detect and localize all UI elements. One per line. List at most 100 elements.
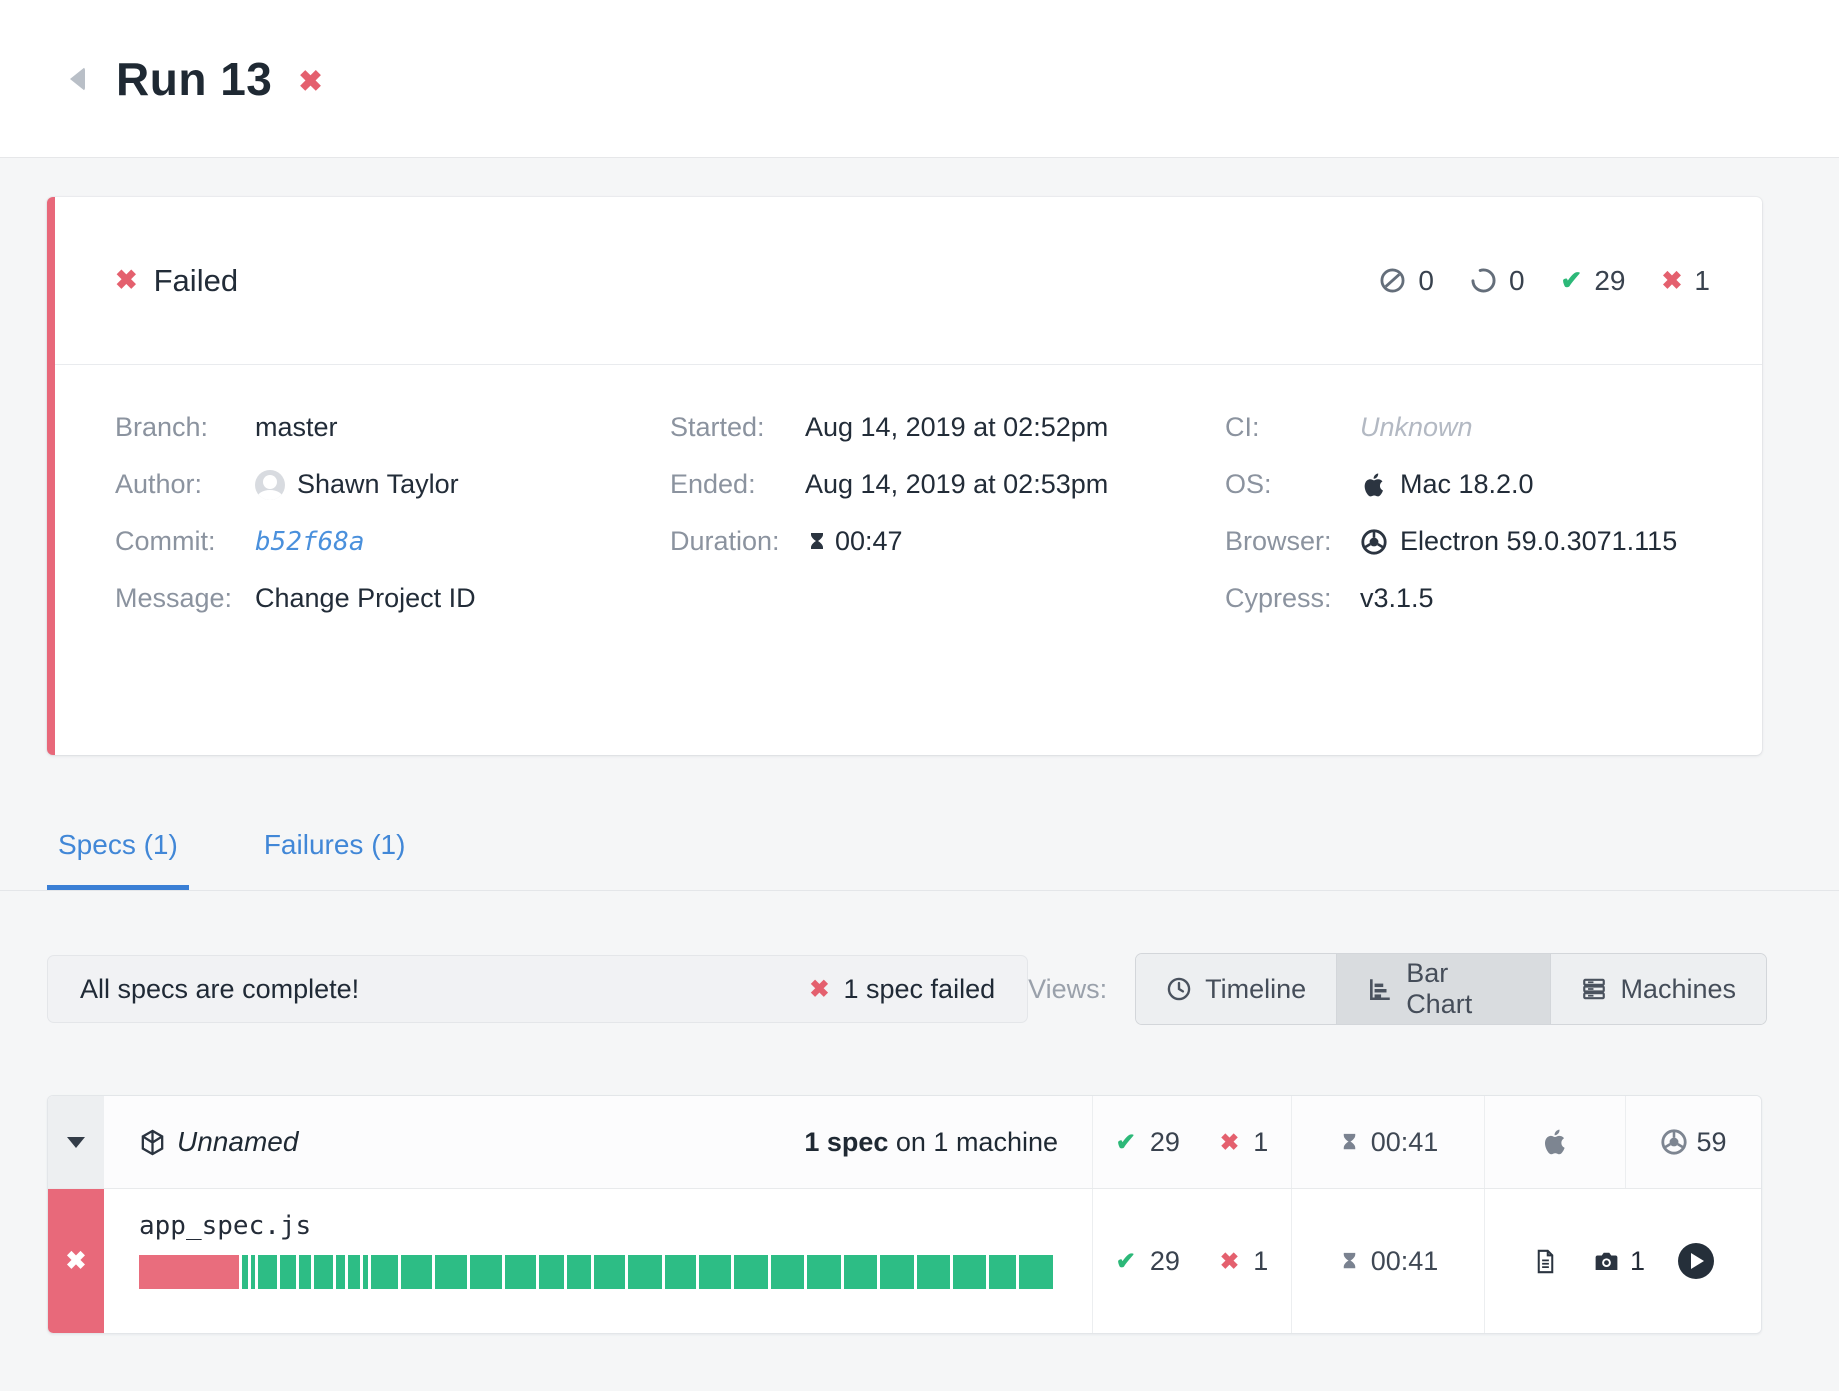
os-value: Mac 18.2.0 — [1360, 469, 1534, 500]
hourglass-icon — [1338, 1250, 1361, 1273]
spec-row[interactable]: ✖ app_spec.js ✔ 29 ✖ 1 00:41 — [48, 1189, 1761, 1333]
spec-artifacts-cell: 1 — [1484, 1189, 1761, 1333]
check-icon: ✔ — [1116, 1247, 1136, 1276]
play-icon — [1691, 1253, 1704, 1269]
avatar — [255, 470, 285, 500]
commit-link[interactable]: b52f68a — [255, 527, 365, 557]
ci-value: Unknown — [1360, 412, 1473, 443]
hourglass-icon — [1338, 1131, 1361, 1154]
stdout-document-icon[interactable] — [1532, 1248, 1559, 1275]
apple-icon — [1360, 471, 1388, 499]
tab-failures[interactable]: Failures (1) — [253, 829, 417, 890]
stat-pending-value: 0 — [1509, 265, 1525, 297]
run-summary-card: ✖ Failed 0 0 ✔ 29 ✖ 1 — [47, 197, 1762, 755]
detail-author: Author: Shawn Taylor — [115, 468, 610, 501]
browser-text: Electron 59.0.3071.115 — [1400, 526, 1677, 557]
run-tabs: Specs (1) Failures (1) — [0, 829, 1839, 891]
browser-value: Electron 59.0.3071.115 — [1360, 526, 1677, 557]
check-icon: ✔ — [1561, 265, 1583, 296]
hourglass-icon — [805, 530, 829, 554]
group-main: Unnamed 1 spec on 1 machine — [104, 1096, 1092, 1188]
group-browser-cell: 59 — [1625, 1096, 1761, 1188]
browser-label: Browser: — [1225, 526, 1360, 557]
stat-skipped: 0 — [1379, 265, 1434, 297]
caret-down-icon — [67, 1137, 85, 1148]
message-label: Message: — [115, 583, 255, 614]
view-bar-chart-label: Bar Chart — [1406, 958, 1520, 1020]
spec-results-cell: ✔ 29 ✖ 1 — [1092, 1189, 1291, 1333]
failed-x-icon: ✖ — [115, 265, 138, 296]
group-count: 1 spec on 1 machine — [804, 1127, 1058, 1158]
specs-toolbar: All specs are complete! ✖ 1 spec failed … — [47, 953, 1767, 1025]
view-machines-label: Machines — [1620, 974, 1736, 1005]
view-bar-chart-button[interactable]: Bar Chart — [1336, 954, 1550, 1024]
cube-icon — [138, 1128, 167, 1157]
duration-value: 00:47 — [805, 526, 903, 557]
machine-group-row[interactable]: Unnamed 1 spec on 1 machine ✔ 29 ✖ 1 00:… — [48, 1096, 1761, 1189]
spec-duration: 00:41 — [1371, 1246, 1439, 1277]
spec-duration-cell: 00:41 — [1291, 1189, 1484, 1333]
stat-failed: ✖ 1 — [1661, 265, 1710, 297]
machines-icon — [1581, 976, 1607, 1002]
os-text: Mac 18.2.0 — [1400, 469, 1534, 500]
group-results-cell: ✔ 29 ✖ 1 — [1092, 1096, 1291, 1188]
specs-failed-summary: ✖ 1 spec failed — [809, 974, 995, 1005]
stat-failed-value: 1 — [1694, 265, 1710, 297]
bar-chart-icon — [1367, 976, 1393, 1002]
check-icon: ✔ — [1116, 1128, 1136, 1157]
author-value: Shawn Taylor — [255, 469, 459, 500]
x-icon: ✖ — [66, 1246, 87, 1276]
started-value: Aug 14, 2019 at 02:52pm — [805, 412, 1108, 443]
started-label: Started: — [670, 412, 805, 443]
spec-main: app_spec.js — [104, 1189, 1092, 1333]
spec-failed-strip: ✖ — [48, 1189, 104, 1333]
run-details-time-column: Started: Aug 14, 2019 at 02:52pm Ended: … — [610, 411, 1165, 615]
circle-open-icon — [1470, 267, 1497, 294]
specs-complete-message: All specs are complete! — [80, 974, 359, 1005]
branch-label: Branch: — [115, 412, 255, 443]
spec-duration-bar — [139, 1255, 1053, 1289]
group-passed-count: 29 — [1150, 1127, 1180, 1158]
group-failed-count: 1 — [1253, 1127, 1268, 1158]
run-status-header: ✖ Failed 0 0 ✔ 29 ✖ 1 — [55, 197, 1762, 365]
clock-icon — [1166, 976, 1192, 1002]
ended-value: Aug 14, 2019 at 02:53pm — [805, 469, 1108, 500]
screenshot-count: 1 — [1630, 1246, 1645, 1277]
spec-file-name: app_spec.js — [139, 1211, 1053, 1241]
duration-label: Duration: — [670, 526, 805, 557]
cypress-label: Cypress: — [1225, 583, 1360, 614]
view-timeline-button[interactable]: Timeline — [1136, 954, 1336, 1024]
group-duration: 00:41 — [1371, 1127, 1439, 1158]
group-title: Unnamed — [138, 1126, 298, 1158]
ended-label: Ended: — [670, 469, 805, 500]
run-failed-x-icon: ✖ — [298, 64, 322, 99]
view-switcher: Timeline Bar Chart Machines — [1135, 953, 1767, 1025]
author-name: Shawn Taylor — [297, 469, 459, 500]
spec-list-card: Unnamed 1 spec on 1 machine ✔ 29 ✖ 1 00:… — [47, 1095, 1762, 1334]
group-duration-cell: 00:41 — [1291, 1096, 1484, 1188]
stat-passed-value: 29 — [1594, 265, 1625, 297]
view-machines-button[interactable]: Machines — [1550, 954, 1766, 1024]
author-label: Author: — [115, 469, 255, 500]
app-header: Run 13 ✖ — [0, 0, 1839, 158]
page-title: Run 13 — [116, 52, 272, 106]
group-name: Unnamed — [177, 1126, 298, 1158]
detail-message: Message: Change Project ID — [115, 582, 610, 615]
detail-os: OS: Mac 18.2.0 — [1225, 468, 1755, 501]
play-video-button[interactable] — [1678, 1243, 1714, 1279]
camera-icon — [1592, 1247, 1621, 1276]
run-status-label: Failed — [154, 263, 238, 299]
group-os-cell — [1484, 1096, 1625, 1188]
apple-icon — [1540, 1127, 1570, 1157]
back-button[interactable] — [70, 64, 94, 94]
collapse-toggle[interactable] — [48, 1096, 104, 1188]
tab-specs[interactable]: Specs (1) — [47, 829, 189, 890]
x-icon: ✖ — [809, 975, 829, 1004]
screenshots-group[interactable]: 1 — [1592, 1246, 1645, 1277]
stat-passed: ✔ 29 — [1561, 265, 1626, 297]
ci-label: CI: — [1225, 412, 1360, 443]
message-value: Change Project ID — [255, 583, 476, 614]
run-details: Branch: master Author: Shawn Taylor Comm… — [55, 365, 1762, 615]
chevron-left-icon — [70, 67, 85, 91]
group-browser-version: 59 — [1696, 1127, 1726, 1158]
